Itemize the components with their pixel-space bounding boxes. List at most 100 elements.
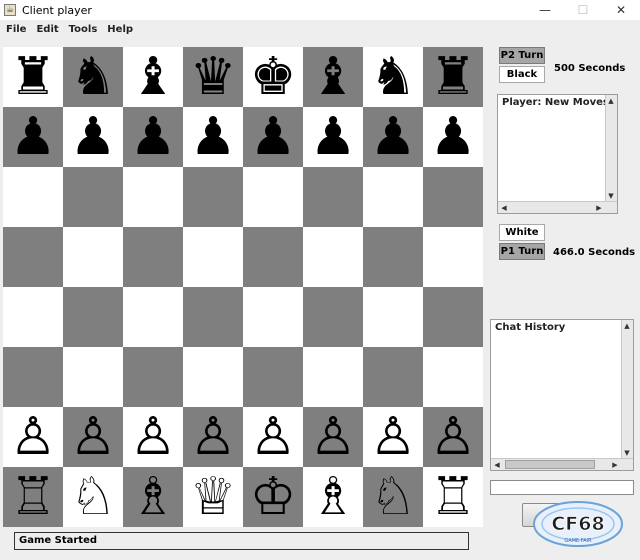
board-square[interactable]: ♟ bbox=[3, 107, 63, 167]
white-king-icon[interactable]: ♔ bbox=[250, 467, 297, 527]
black-rook-icon[interactable]: ♜ bbox=[10, 47, 57, 107]
board-square[interactable] bbox=[303, 227, 363, 287]
maximize-button[interactable]: ☐ bbox=[564, 0, 602, 20]
white-pawn-icon[interactable]: ♙ bbox=[130, 407, 177, 467]
chat-scroll-left-icon[interactable]: ◀ bbox=[491, 459, 503, 471]
board-square[interactable] bbox=[183, 227, 243, 287]
board-square[interactable]: ♜ bbox=[3, 47, 63, 107]
board-square[interactable]: ♟ bbox=[243, 107, 303, 167]
black-knight-icon[interactable]: ♞ bbox=[370, 47, 417, 107]
board-square[interactable] bbox=[3, 167, 63, 227]
board-square[interactable]: ♙ bbox=[63, 407, 123, 467]
board-square[interactable]: ♖ bbox=[423, 467, 483, 527]
board-square[interactable] bbox=[3, 287, 63, 347]
board-square[interactable] bbox=[123, 167, 183, 227]
board-square[interactable]: ♙ bbox=[243, 407, 303, 467]
menu-file[interactable]: File bbox=[0, 24, 31, 35]
board-square[interactable]: ♗ bbox=[303, 467, 363, 527]
black-king-icon[interactable]: ♚ bbox=[250, 47, 297, 107]
board-square[interactable]: ♞ bbox=[63, 47, 123, 107]
black-knight-icon[interactable]: ♞ bbox=[70, 47, 117, 107]
menu-help[interactable]: Help bbox=[102, 24, 138, 35]
black-pawn-icon[interactable]: ♟ bbox=[370, 107, 417, 167]
scroll-left-icon[interactable]: ◀ bbox=[498, 202, 510, 214]
black-bishop-icon[interactable]: ♝ bbox=[130, 47, 177, 107]
white-bishop-icon[interactable]: ♗ bbox=[130, 467, 177, 527]
board-square[interactable] bbox=[303, 287, 363, 347]
board-square[interactable]: ♕ bbox=[183, 467, 243, 527]
board-square[interactable] bbox=[63, 227, 123, 287]
board-square[interactable] bbox=[423, 347, 483, 407]
white-pawn-icon[interactable]: ♙ bbox=[310, 407, 357, 467]
board-square[interactable]: ♟ bbox=[123, 107, 183, 167]
board-square[interactable] bbox=[63, 287, 123, 347]
board-square[interactable]: ♙ bbox=[423, 407, 483, 467]
board-square[interactable] bbox=[183, 347, 243, 407]
chat-vertical-scrollbar[interactable]: ▲ ▼ bbox=[621, 320, 633, 459]
board-square[interactable] bbox=[243, 347, 303, 407]
board-square[interactable] bbox=[63, 167, 123, 227]
board-square[interactable] bbox=[243, 167, 303, 227]
white-pawn-icon[interactable]: ♙ bbox=[250, 407, 297, 467]
black-bishop-icon[interactable]: ♝ bbox=[310, 47, 357, 107]
board-square[interactable] bbox=[363, 287, 423, 347]
scroll-up-icon[interactable]: ▲ bbox=[605, 95, 617, 107]
black-rook-icon[interactable]: ♜ bbox=[430, 47, 477, 107]
close-button[interactable]: ✕ bbox=[602, 0, 640, 20]
black-pawn-icon[interactable]: ♟ bbox=[430, 107, 477, 167]
white-knight-icon[interactable]: ♘ bbox=[370, 467, 417, 527]
board-square[interactable] bbox=[423, 287, 483, 347]
board-square[interactable]: ♛ bbox=[183, 47, 243, 107]
board-square[interactable] bbox=[243, 287, 303, 347]
black-queen-icon[interactable]: ♛ bbox=[190, 47, 237, 107]
white-pawn-icon[interactable]: ♙ bbox=[10, 407, 57, 467]
chat-input[interactable] bbox=[490, 480, 634, 495]
chat-scroll-up-icon[interactable]: ▲ bbox=[621, 320, 633, 332]
moves-horizontal-scrollbar[interactable]: ◀ ▶ bbox=[498, 201, 617, 213]
board-square[interactable]: ♘ bbox=[63, 467, 123, 527]
board-square[interactable] bbox=[123, 347, 183, 407]
black-pawn-icon[interactable]: ♟ bbox=[250, 107, 297, 167]
board-square[interactable]: ♘ bbox=[363, 467, 423, 527]
chat-history-panel[interactable]: Chat History ▲ ▼ ◀ ▶ bbox=[490, 319, 634, 471]
moves-panel[interactable]: Player: New Moves ▲ ▼ ◀ ▶ bbox=[497, 94, 618, 214]
board-square[interactable]: ♟ bbox=[63, 107, 123, 167]
board-square[interactable] bbox=[3, 347, 63, 407]
board-square[interactable] bbox=[123, 227, 183, 287]
chat-scroll-thumb[interactable] bbox=[505, 460, 595, 469]
board-square[interactable] bbox=[3, 227, 63, 287]
board-square[interactable]: ♙ bbox=[183, 407, 243, 467]
board-square[interactable] bbox=[243, 227, 303, 287]
minimize-button[interactable]: — bbox=[526, 0, 564, 20]
board-square[interactable] bbox=[363, 167, 423, 227]
board-square[interactable]: ♞ bbox=[363, 47, 423, 107]
white-pawn-icon[interactable]: ♙ bbox=[190, 407, 237, 467]
board-square[interactable] bbox=[123, 287, 183, 347]
scroll-right-icon[interactable]: ▶ bbox=[593, 202, 605, 214]
chat-horizontal-scrollbar[interactable]: ◀ ▶ bbox=[491, 458, 633, 470]
black-pawn-icon[interactable]: ♟ bbox=[70, 107, 117, 167]
menu-tools[interactable]: Tools bbox=[64, 24, 103, 35]
black-pawn-icon[interactable]: ♟ bbox=[190, 107, 237, 167]
board-square[interactable]: ♝ bbox=[303, 47, 363, 107]
board-square[interactable] bbox=[303, 167, 363, 227]
white-bishop-icon[interactable]: ♗ bbox=[310, 467, 357, 527]
board-square[interactable] bbox=[63, 347, 123, 407]
board-square[interactable]: ♗ bbox=[123, 467, 183, 527]
board-square[interactable]: ♟ bbox=[363, 107, 423, 167]
board-square[interactable]: ♖ bbox=[3, 467, 63, 527]
board-square[interactable] bbox=[183, 287, 243, 347]
board-square[interactable] bbox=[423, 227, 483, 287]
moves-vertical-scrollbar[interactable]: ▲ ▼ bbox=[605, 95, 617, 202]
board-square[interactable] bbox=[363, 227, 423, 287]
black-pawn-icon[interactable]: ♟ bbox=[130, 107, 177, 167]
board-square[interactable]: ♙ bbox=[123, 407, 183, 467]
board-square[interactable] bbox=[423, 167, 483, 227]
white-pawn-icon[interactable]: ♙ bbox=[430, 407, 477, 467]
board-square[interactable] bbox=[183, 167, 243, 227]
board-square[interactable]: ♙ bbox=[303, 407, 363, 467]
white-rook-icon[interactable]: ♖ bbox=[10, 467, 57, 527]
board-square[interactable]: ♙ bbox=[3, 407, 63, 467]
board-square[interactable] bbox=[303, 347, 363, 407]
board-square[interactable]: ♔ bbox=[243, 467, 303, 527]
